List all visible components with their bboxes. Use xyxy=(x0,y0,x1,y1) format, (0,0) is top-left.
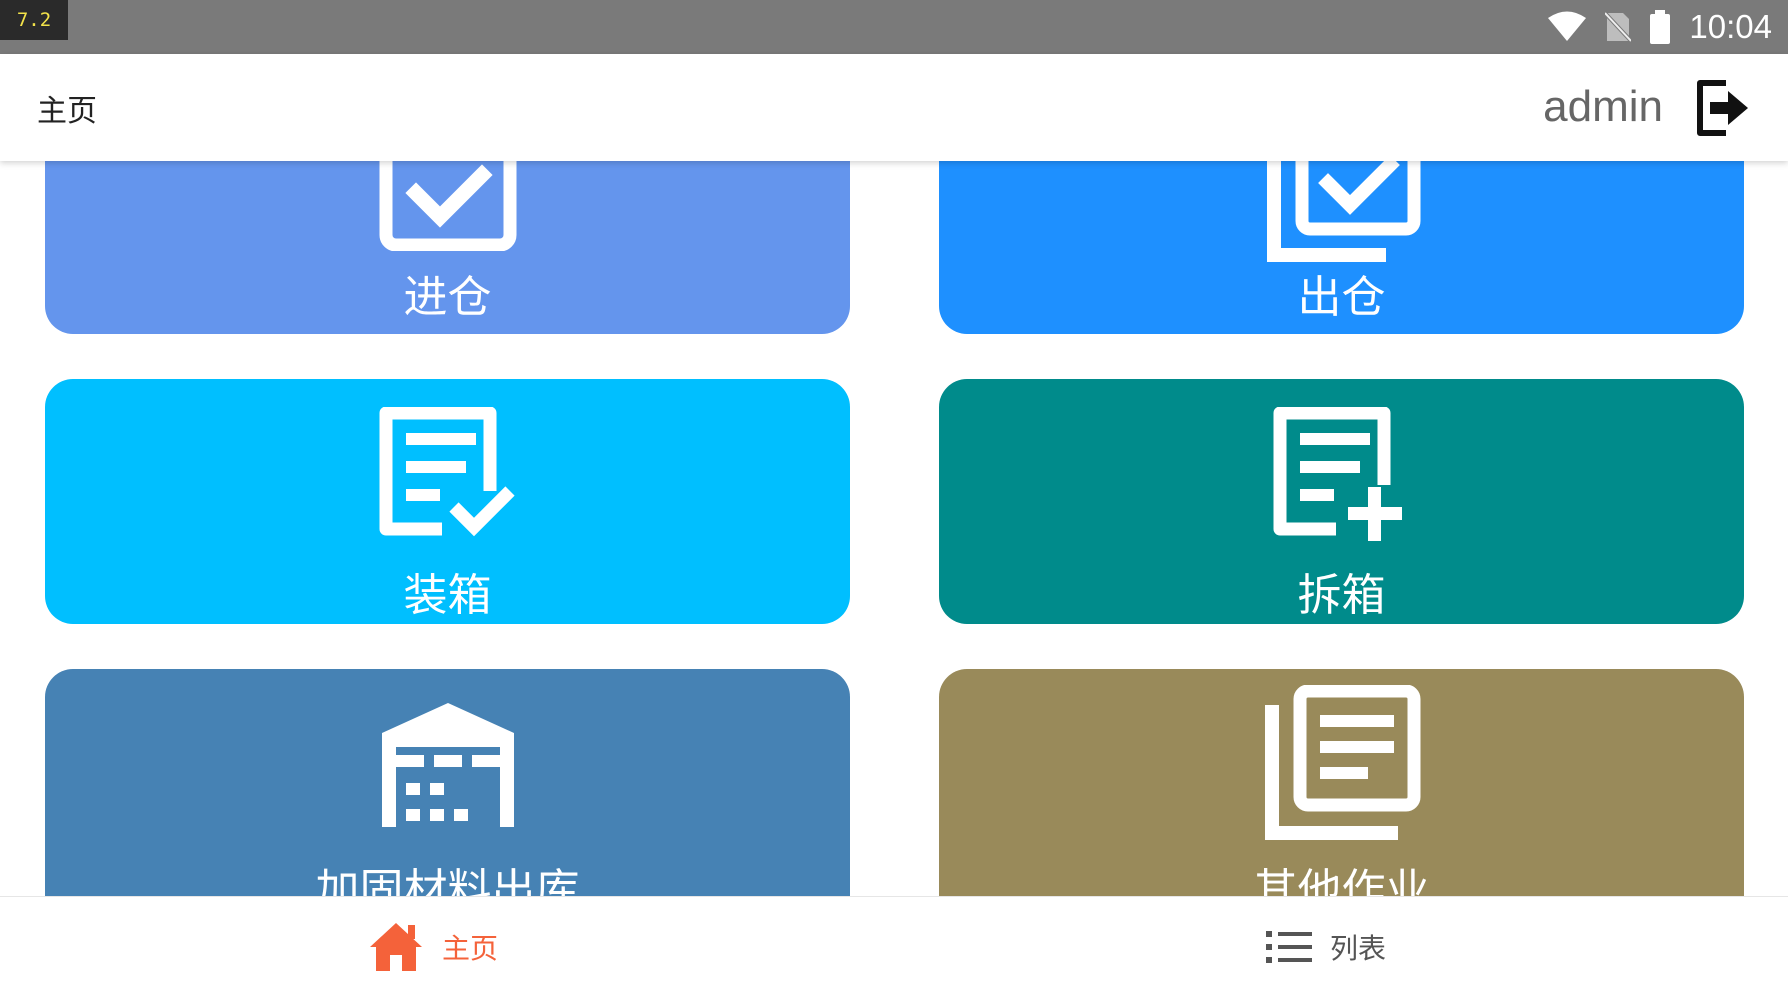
username: admin xyxy=(1543,82,1663,131)
nav-item-home[interactable]: 主页 xyxy=(368,897,498,997)
warehouse-icon xyxy=(376,699,520,833)
status-bar: 7.2 10:04 xyxy=(0,0,1788,54)
list-icon xyxy=(1266,931,1312,963)
status-clock: 10:04 xyxy=(1689,8,1772,45)
bottom-nav: 主页 列表 xyxy=(0,896,1788,1007)
tile-packing[interactable]: 装箱 xyxy=(45,379,850,624)
menu-grid: 进仓 出仓 装箱 拆箱 加固材料出库 其他作业 xyxy=(0,161,1788,896)
nav-item-list[interactable]: 列表 xyxy=(1266,897,1386,997)
logout-icon xyxy=(1697,80,1748,136)
version-badge: 7.2 xyxy=(0,0,68,40)
document-check-icon xyxy=(378,406,518,541)
wifi-icon xyxy=(1547,11,1587,43)
tile-label: 进仓 xyxy=(403,272,492,323)
tile-label: 其他作业 xyxy=(1253,865,1430,896)
no-sim-icon xyxy=(1605,11,1632,43)
copy-check-icon xyxy=(1262,161,1422,271)
status-icons: 10:04 xyxy=(1547,0,1788,54)
page-title: 主页 xyxy=(37,94,97,129)
document-add-icon xyxy=(1272,406,1412,547)
logout-button[interactable] xyxy=(1694,79,1752,137)
nav-label-home: 主页 xyxy=(442,932,499,965)
app-bar: 主页 admin xyxy=(0,54,1788,161)
tile-unpacking[interactable]: 拆箱 xyxy=(939,379,1744,624)
tile-label: 加固材料出库 xyxy=(315,865,580,896)
documents-icon xyxy=(1262,684,1422,847)
battery-icon xyxy=(1649,10,1671,44)
tile-other-operations[interactable]: 其他作业 xyxy=(939,669,1744,896)
tile-label: 出仓 xyxy=(1297,272,1386,323)
tile-inbound[interactable]: 进仓 xyxy=(45,161,850,334)
tile-outbound[interactable]: 出仓 xyxy=(939,161,1744,334)
checkbox-icon xyxy=(378,161,518,255)
home-icon xyxy=(370,923,422,971)
tile-label: 装箱 xyxy=(403,570,492,621)
nav-label-list: 列表 xyxy=(1330,932,1387,965)
tile-reinforcement-outbound[interactable]: 加固材料出库 xyxy=(45,669,850,896)
tile-label: 拆箱 xyxy=(1297,570,1386,621)
